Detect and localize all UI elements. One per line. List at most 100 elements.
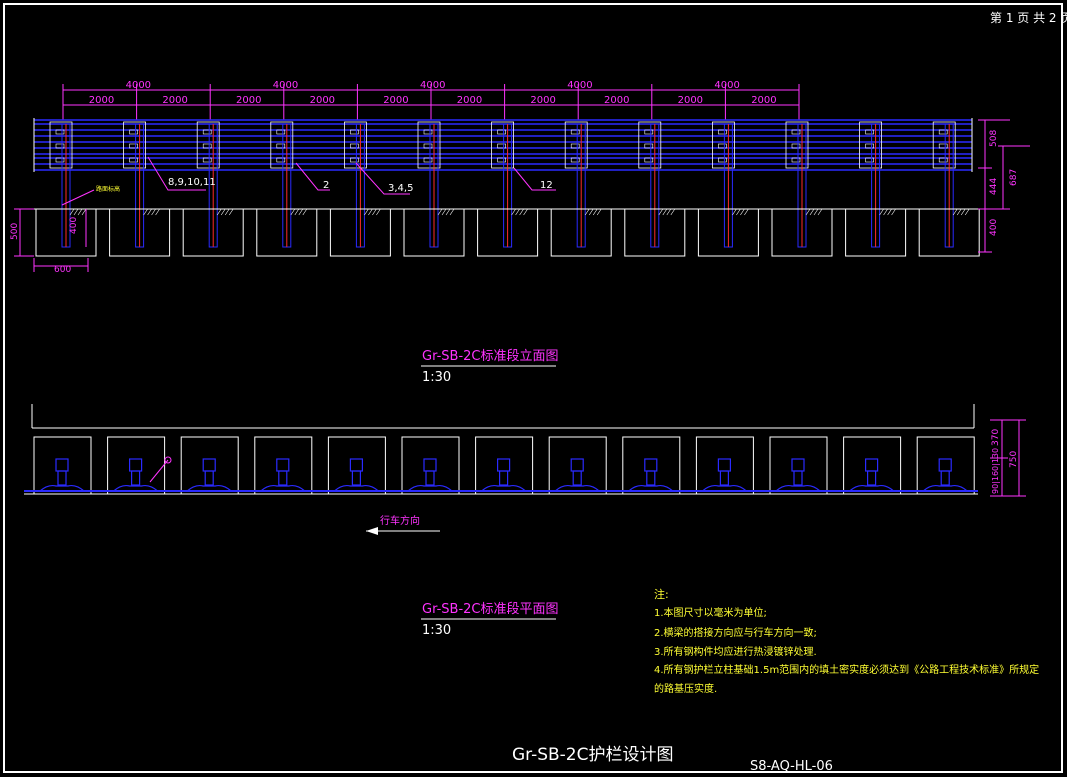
plan-scale: 1:30	[422, 623, 451, 638]
blockout-plan	[425, 470, 435, 486]
hatch-mark	[216, 208, 222, 216]
dim-508: 508	[989, 130, 999, 147]
note-line-5: 的路基压实度.	[654, 682, 717, 695]
hatch-mark	[441, 208, 447, 216]
dim-label-2000: 2000	[751, 95, 776, 106]
hatch-mark	[809, 208, 815, 216]
hatch-mark	[736, 208, 741, 216]
blockout-plan	[204, 470, 214, 486]
callout-8-9-10-11: 8,9,10,11	[168, 177, 216, 188]
callout-2: 2	[323, 180, 329, 191]
guardrail-beams	[33, 118, 973, 172]
page-number: 第 1 页 共 2 页	[990, 11, 1067, 25]
hatch-mark	[151, 208, 156, 216]
hatch-mark	[879, 208, 884, 216]
plan-foundations	[33, 436, 975, 494]
dim-600: 600	[54, 265, 71, 275]
hatch-mark	[817, 208, 823, 216]
hatch-mark	[445, 208, 451, 216]
dim-444: 444	[989, 178, 999, 195]
note-line-3: 3.所有钢构件均应进行热浸镀锌处理.	[654, 645, 817, 658]
blockout-plan	[499, 470, 509, 486]
blockout-plan	[278, 470, 288, 486]
hatch-mark	[511, 208, 516, 216]
plan-view: 370 90|160|130 750 行车方向	[24, 404, 1026, 535]
sheet-border	[3, 3, 1063, 773]
post-plan	[129, 458, 143, 472]
drawing-canvas: 第 1 页 共 2 页 4000 4000 4000 4000 4000 2000 2000…	[3, 3, 1067, 774]
hatch-mark	[658, 208, 664, 216]
notes-heading: 注:	[654, 587, 669, 601]
hatch-mark	[588, 208, 594, 216]
hatch-mark	[662, 208, 668, 216]
dim-small-chain: 90|160|130	[991, 448, 1000, 494]
dim-687: 687	[1009, 169, 1019, 186]
dim-400-left: 400	[69, 217, 79, 234]
hatch-mark	[813, 208, 819, 216]
hatch-mark	[155, 208, 160, 216]
post-plan	[55, 458, 69, 472]
hatch-mark	[744, 208, 749, 216]
dim-400-right: 400	[989, 219, 999, 236]
callout-12: 12	[540, 180, 553, 191]
hatch-mark	[740, 208, 745, 216]
dim-750: 750	[1009, 451, 1019, 468]
ground-and-foundations	[34, 208, 980, 257]
drawing-title: Gr-SB-2C护栏设计图	[512, 745, 673, 765]
hatch-mark	[81, 208, 87, 216]
dim-label-2000: 2000	[383, 95, 408, 106]
hatch-mark	[147, 208, 152, 216]
hatch-mark	[376, 208, 381, 216]
blockout-plan	[719, 470, 730, 486]
dim-label-2000: 2000	[162, 95, 187, 106]
post-plan	[717, 458, 732, 472]
blockout-plan	[866, 470, 877, 486]
elevation-scale: 1:30	[422, 370, 451, 385]
blockout-plan	[351, 470, 361, 486]
hatch-mark	[670, 208, 676, 216]
hatch-mark	[519, 208, 524, 216]
hatch-mark	[437, 208, 443, 216]
post-plan	[791, 458, 805, 472]
hatch-mark	[732, 208, 737, 216]
dim-500-left: 500	[10, 223, 20, 240]
post-plan	[202, 458, 216, 472]
driving-direction-label: 行车方向	[380, 514, 420, 527]
splice-plate	[859, 121, 882, 169]
splice-plate	[196, 121, 220, 169]
driving-direction-arrow	[366, 527, 440, 535]
splice-plate	[491, 121, 515, 169]
splice-plate	[638, 121, 662, 169]
post-plan	[938, 458, 952, 472]
elevation-title: Gr-SB-2C标准段立面图	[422, 349, 559, 364]
splice-plate	[564, 121, 588, 169]
dim-label-2000: 2000	[604, 95, 629, 106]
dim-label-4000: 4000	[273, 80, 298, 91]
dim-label-2000: 2000	[678, 95, 703, 106]
splice-plate	[123, 121, 146, 169]
plan-callout-leader	[149, 459, 169, 483]
blockout-plan	[131, 470, 141, 486]
hatch-mark	[887, 208, 892, 216]
hatch-mark	[596, 208, 602, 216]
dim-label-2000: 2000	[310, 95, 335, 106]
hatch-mark	[956, 208, 962, 216]
note-line-1: 1.本图尺寸以毫米为单位;	[654, 606, 767, 619]
hatch-mark	[805, 208, 811, 216]
hatch-mark	[584, 208, 590, 216]
splice-plate	[343, 121, 367, 169]
dim-370: 370	[991, 429, 1001, 446]
hatch-mark	[302, 208, 308, 216]
hatch-mark	[364, 208, 369, 216]
hatch-mark	[515, 208, 520, 216]
splice-plate	[49, 121, 73, 169]
hatch-mark	[883, 208, 888, 216]
splice-plate	[417, 121, 441, 169]
dim-label-2000: 2000	[457, 95, 482, 106]
post-plan	[497, 458, 511, 472]
hatch-mark	[290, 208, 296, 216]
blockout-plan	[793, 470, 803, 486]
hatch-mark	[73, 208, 79, 216]
post-plan	[349, 458, 363, 472]
note-line-4: 4.所有钢护栏立柱基础1.5m范围内的填土密实度必须达到《公路工程技术标准》所规…	[654, 663, 1039, 676]
